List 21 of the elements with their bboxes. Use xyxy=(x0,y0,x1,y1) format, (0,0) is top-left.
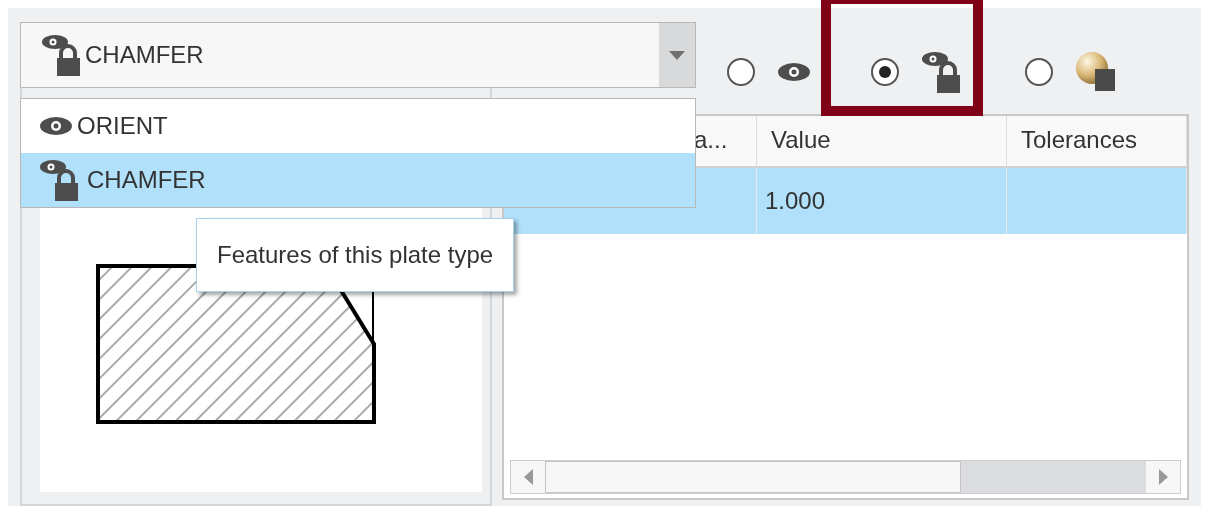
scroll-right-button[interactable] xyxy=(1146,461,1180,493)
dropdown-item[interactable]: CHAMFER xyxy=(21,153,695,207)
left-arrow-icon xyxy=(523,469,533,485)
scrollbar-thumb[interactable] xyxy=(545,461,961,493)
radio-button[interactable] xyxy=(1025,58,1053,86)
dropdown-field[interactable]: CHAMFER xyxy=(20,22,696,88)
shaded-sphere-icon xyxy=(1075,51,1117,93)
caret-icon xyxy=(669,50,685,60)
eye-icon xyxy=(777,62,811,82)
column-header[interactable]: Value xyxy=(757,116,1007,168)
dropdown-item[interactable]: ORIENT xyxy=(21,99,695,153)
table-cell: 1.000 xyxy=(757,168,1007,234)
scroll-left-button[interactable] xyxy=(511,461,545,493)
tooltip: Features of this plate type xyxy=(196,218,515,292)
dropdown-button[interactable] xyxy=(659,23,695,87)
right-arrow-icon xyxy=(1158,469,1168,485)
radio-button[interactable] xyxy=(871,58,899,86)
eye-icon xyxy=(39,116,73,136)
column-header[interactable]: Tolerances xyxy=(1007,116,1187,168)
horizontal-scrollbar[interactable] xyxy=(510,460,1181,494)
radio-button[interactable] xyxy=(727,58,755,86)
